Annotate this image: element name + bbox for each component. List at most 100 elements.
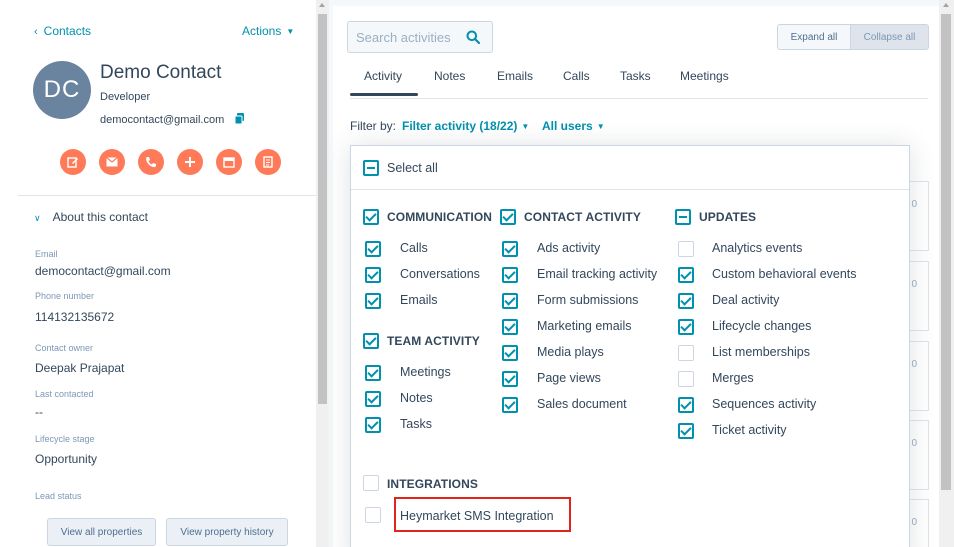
tasks-checkbox[interactable] bbox=[365, 417, 381, 433]
search-icon[interactable] bbox=[466, 30, 481, 49]
meetings-checkbox[interactable] bbox=[365, 365, 381, 381]
ticket-activity-checkbox[interactable] bbox=[678, 423, 694, 439]
lifecycle-changes-label[interactable]: Lifecycle changes bbox=[712, 319, 811, 333]
form-submissions-label[interactable]: Form submissions bbox=[537, 293, 638, 307]
lifecycle-changes-checkbox[interactable] bbox=[678, 319, 694, 335]
scrollbar-thumb[interactable] bbox=[941, 14, 951, 490]
scroll-up-arrow-icon[interactable] bbox=[943, 3, 949, 7]
ads-activity-checkbox[interactable] bbox=[502, 241, 518, 257]
email-tracking-activity-label[interactable]: Email tracking activity bbox=[537, 267, 657, 281]
email-button[interactable] bbox=[99, 149, 125, 175]
updates-group-checkbox[interactable] bbox=[675, 209, 691, 225]
heymarket-sms-integration-checkbox[interactable] bbox=[365, 507, 381, 523]
contact-activity-group-checkbox[interactable] bbox=[500, 209, 516, 225]
note-button[interactable] bbox=[60, 149, 86, 175]
collapse-all-button[interactable]: Collapse all bbox=[850, 24, 929, 50]
property-value-lifecycle[interactable]: Opportunity bbox=[35, 452, 97, 466]
scroll-up-arrow-icon[interactable] bbox=[319, 3, 325, 7]
ads-activity-label[interactable]: Ads activity bbox=[537, 241, 600, 255]
team-activity-group-label[interactable]: TEAM ACTIVITY bbox=[387, 334, 480, 348]
calls-label[interactable]: Calls bbox=[400, 241, 428, 255]
select-all-label[interactable]: Select all bbox=[387, 161, 438, 175]
contact-sidebar: ‹ Contacts Actions ▼ DC Demo Contact Devel… bbox=[0, 0, 316, 547]
all-users-dropdown[interactable]: All users ▼ bbox=[542, 119, 605, 133]
task-button[interactable] bbox=[255, 149, 281, 175]
back-to-contacts-link[interactable]: ‹ Contacts bbox=[34, 24, 91, 38]
caret-down-icon: ▼ bbox=[521, 122, 530, 131]
custom-behavioral-events-label[interactable]: Custom behavioral events bbox=[712, 267, 857, 281]
sidebar-scrollbar[interactable] bbox=[316, 0, 329, 547]
sequences-activity-checkbox[interactable] bbox=[678, 397, 694, 413]
contact-activity-group-label[interactable]: CONTACT ACTIVITY bbox=[524, 210, 641, 224]
call-button[interactable] bbox=[138, 149, 164, 175]
sequences-activity-label[interactable]: Sequences activity bbox=[712, 397, 816, 411]
tab-notes[interactable]: Notes bbox=[434, 69, 465, 83]
marketing-emails-label[interactable]: Marketing emails bbox=[537, 319, 631, 333]
property-value-phone[interactable]: 114132135672 bbox=[35, 310, 114, 324]
analytics-events-label[interactable]: Analytics events bbox=[712, 241, 802, 255]
avatar[interactable]: DC bbox=[33, 61, 91, 119]
analytics-events-checkbox[interactable] bbox=[678, 241, 694, 257]
tab-calls[interactable]: Calls bbox=[563, 69, 590, 83]
media-plays-checkbox[interactable] bbox=[502, 345, 518, 361]
tasks-label[interactable]: Tasks bbox=[400, 417, 432, 431]
email-tracking-activity-checkbox[interactable] bbox=[502, 267, 518, 283]
communication-group-checkbox[interactable] bbox=[363, 209, 379, 225]
active-tab-indicator bbox=[350, 93, 418, 96]
caret-down-icon: ▼ bbox=[286, 27, 295, 36]
conversations-label[interactable]: Conversations bbox=[400, 267, 480, 281]
deal-activity-label[interactable]: Deal activity bbox=[712, 293, 779, 307]
about-section-toggle[interactable]: ∨ About this contact bbox=[34, 210, 148, 224]
actions-dropdown[interactable]: Actions ▼ bbox=[242, 24, 294, 38]
tab-meetings[interactable]: Meetings bbox=[680, 69, 729, 83]
meeting-button[interactable] bbox=[216, 149, 242, 175]
sales-document-label[interactable]: Sales document bbox=[537, 397, 627, 411]
add-button[interactable] bbox=[177, 149, 203, 175]
tab-emails[interactable]: Emails bbox=[497, 69, 533, 83]
custom-behavioral-events-checkbox[interactable] bbox=[678, 267, 694, 283]
tab-tasks[interactable]: Tasks bbox=[620, 69, 651, 83]
media-plays-label[interactable]: Media plays bbox=[537, 345, 604, 359]
filter-activity-dropdown[interactable]: Filter activity (18/22) ▼ bbox=[402, 119, 529, 133]
tab-activity[interactable]: Activity bbox=[364, 69, 402, 83]
copy-icon[interactable] bbox=[234, 113, 245, 127]
view-all-properties-button[interactable]: View all properties bbox=[47, 518, 156, 546]
view-property-history-button[interactable]: View property history bbox=[166, 518, 288, 546]
notes-label[interactable]: Notes bbox=[400, 391, 433, 405]
page-scrollbar[interactable] bbox=[939, 0, 954, 547]
deal-activity-checkbox[interactable] bbox=[678, 293, 694, 309]
property-value-owner[interactable]: Deepak Prajapat bbox=[35, 361, 124, 375]
select-all-row[interactable]: Select all bbox=[351, 146, 909, 190]
meetings-label[interactable]: Meetings bbox=[400, 365, 451, 379]
activity-card-count: 0 bbox=[911, 438, 917, 449]
notes-checkbox[interactable] bbox=[365, 391, 381, 407]
contact-name: Demo Contact bbox=[100, 62, 222, 83]
communication-group-label[interactable]: COMMUNICATION bbox=[387, 210, 492, 224]
select-all-checkbox[interactable] bbox=[363, 160, 379, 176]
page-views-checkbox[interactable] bbox=[502, 371, 518, 387]
emails-label[interactable]: Emails bbox=[400, 293, 438, 307]
conversations-checkbox[interactable] bbox=[365, 267, 381, 283]
chevron-down-icon: ∨ bbox=[34, 213, 41, 223]
integrations-group-checkbox[interactable] bbox=[363, 475, 379, 491]
merges-checkbox[interactable] bbox=[678, 371, 694, 387]
ticket-activity-label[interactable]: Ticket activity bbox=[712, 423, 787, 437]
integrations-group-label[interactable]: INTEGRATIONS bbox=[387, 477, 478, 491]
calls-checkbox[interactable] bbox=[365, 241, 381, 257]
team-activity-group-checkbox[interactable] bbox=[363, 333, 379, 349]
scrollbar-thumb[interactable] bbox=[318, 14, 327, 404]
property-value-email[interactable]: democontact@gmail.com bbox=[35, 264, 171, 278]
search-activities bbox=[347, 21, 493, 53]
emails-checkbox[interactable] bbox=[365, 293, 381, 309]
updates-group-label[interactable]: UPDATES bbox=[699, 210, 756, 224]
expand-all-button[interactable]: Expand all bbox=[777, 24, 851, 50]
page-views-label[interactable]: Page views bbox=[537, 371, 601, 385]
activity-card-count: 0 bbox=[911, 517, 917, 528]
sales-document-checkbox[interactable] bbox=[502, 397, 518, 413]
list-memberships-label[interactable]: List memberships bbox=[712, 345, 810, 359]
merges-label[interactable]: Merges bbox=[712, 371, 754, 385]
search-input[interactable] bbox=[348, 22, 456, 52]
marketing-emails-checkbox[interactable] bbox=[502, 319, 518, 335]
form-submissions-checkbox[interactable] bbox=[502, 293, 518, 309]
list-memberships-checkbox[interactable] bbox=[678, 345, 694, 361]
